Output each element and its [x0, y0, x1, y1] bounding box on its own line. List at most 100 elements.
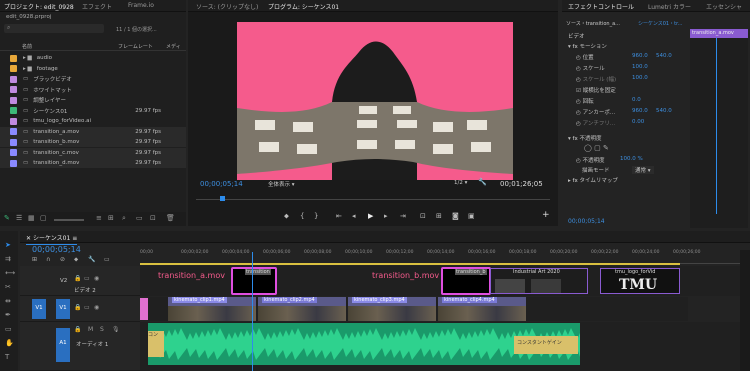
- search-input[interactable]: ⌕: [4, 24, 104, 33]
- col-media[interactable]: メディ: [166, 43, 181, 50]
- track-select-icon[interactable]: ⇉: [5, 255, 11, 263]
- new-item-icon[interactable]: ⊡: [150, 214, 156, 222]
- overwrite-icon[interactable]: ⊞: [436, 212, 442, 220]
- video-clip[interactable]: kinemato_clip3.mp4: [348, 297, 436, 321]
- pencil-icon[interactable]: ✎: [4, 214, 10, 222]
- icon-view-icon[interactable]: ▦: [28, 214, 35, 222]
- v2-lock-icon[interactable]: 🔒: [74, 275, 81, 282]
- step-forward-icon[interactable]: ▸: [384, 212, 388, 220]
- program-timecode[interactable]: 00;00;05;14: [200, 180, 243, 188]
- ec-playhead[interactable]: [716, 38, 717, 214]
- tab-project[interactable]: プロジェクト: edit_0928: [4, 2, 74, 14]
- selection-tool-icon[interactable]: ➤: [5, 241, 11, 249]
- tab-lumetri[interactable]: Lumetri カラー: [648, 2, 691, 11]
- linked-icon[interactable]: ⊘: [60, 256, 65, 263]
- v1-sync-icon[interactable]: ▭: [84, 304, 90, 311]
- rectangle-tool-icon[interactable]: ▭: [5, 325, 12, 333]
- clip-pink-left[interactable]: [140, 298, 148, 320]
- project-item[interactable]: ▭ ホワイトマット: [0, 85, 186, 95]
- blend-dropdown[interactable]: 通常 ▾: [632, 166, 654, 174]
- project-item[interactable]: ▸ ▆ audio: [0, 53, 186, 63]
- v2-sync-icon[interactable]: ▭: [84, 275, 90, 282]
- col-name[interactable]: 名前: [22, 43, 32, 50]
- project-item[interactable]: ▭ ブラックビデオ: [0, 74, 186, 84]
- mark-in-icon[interactable]: {: [300, 212, 304, 220]
- ripple-edit-icon[interactable]: ⟷: [5, 269, 15, 277]
- tab-essential[interactable]: エッセンシャ: [706, 2, 742, 11]
- v2-eye-icon[interactable]: ◉: [94, 275, 99, 282]
- nest-icon[interactable]: ⊞: [32, 256, 37, 263]
- play-icon[interactable]: ▶: [368, 212, 373, 220]
- settings-icon[interactable]: 🔧: [478, 178, 487, 186]
- stopwatch-icon[interactable]: ◴: [576, 158, 581, 164]
- pen-mask-icon[interactable]: ✎: [603, 144, 609, 152]
- tab-sequence[interactable]: ✕ シーケンス01 ≡: [26, 233, 78, 245]
- tab-program[interactable]: プログラム: シーケンス01: [268, 2, 340, 14]
- project-item[interactable]: ▭ 調整レイヤー: [0, 95, 186, 105]
- a1-target[interactable]: A1: [56, 328, 70, 362]
- ec-seq-label[interactable]: シーケンス01・tr...: [638, 20, 682, 27]
- project-item[interactable]: ▭ transition_b.mov 29.97 fps: [0, 137, 186, 147]
- a1-mute-icon[interactable]: M: [88, 326, 93, 333]
- tab-frameio[interactable]: Frame.io: [128, 2, 154, 9]
- a1-lock-icon[interactable]: 🔒: [74, 326, 81, 333]
- timeline-settings-icon[interactable]: 🔧: [88, 256, 95, 263]
- clip-tmu-logo[interactable]: tmu_logo_forVid TMU: [600, 268, 680, 294]
- zoom-slider[interactable]: [54, 219, 84, 221]
- snap-icon[interactable]: ∩: [46, 256, 50, 263]
- type-tool-icon[interactable]: T: [5, 353, 9, 361]
- add-button-icon[interactable]: +: [542, 210, 550, 220]
- property-value-2[interactable]: 540.0: [656, 53, 672, 59]
- project-item[interactable]: ▭ シーケンス01 29.97 fps: [0, 106, 186, 116]
- mark-out-icon[interactable]: }: [314, 212, 318, 220]
- slip-tool-icon[interactable]: ⇹: [5, 297, 11, 305]
- clip-transition-b[interactable]: transition_b: [441, 267, 491, 295]
- clip-industrial-art[interactable]: Industrial Art 2020: [490, 268, 588, 294]
- project-item[interactable]: ▭ transition_d.mov 29.97 fps: [0, 158, 186, 168]
- v1-lock-icon[interactable]: 🔒: [74, 304, 81, 311]
- opacity-value[interactable]: 100.0 %: [620, 156, 643, 162]
- rect-mask-icon[interactable]: ▢: [594, 144, 601, 152]
- a1-solo-icon[interactable]: S: [100, 326, 104, 333]
- export-frame-icon[interactable]: ◙: [452, 212, 459, 220]
- video-clip[interactable]: kinemato_clip1.mp4: [168, 297, 256, 321]
- motion-effect[interactable]: ▾ fx モーション: [568, 42, 607, 52]
- captions-icon[interactable]: ▭: [104, 256, 110, 263]
- v1-eye-icon[interactable]: ◉: [94, 304, 99, 311]
- playhead-marker[interactable]: [220, 196, 225, 201]
- pen-tool-icon[interactable]: ✒: [5, 311, 11, 319]
- razor-icon[interactable]: ✂: [5, 283, 11, 291]
- property-value-1[interactable]: 100.0: [632, 75, 648, 81]
- go-to-out-icon[interactable]: ⇥: [400, 212, 406, 220]
- marker-icon[interactable]: ⬥: [284, 212, 289, 221]
- ec-source-label[interactable]: ソース・transition_a...: [566, 20, 620, 27]
- clip-transition-a[interactable]: transition: [231, 267, 277, 295]
- fit-dropdown[interactable]: 全体表示 ▾: [268, 180, 295, 188]
- timeline-timecode[interactable]: 00;00;05;14: [32, 245, 81, 254]
- v2-target[interactable]: V2: [60, 278, 67, 284]
- stopwatch-icon[interactable]: ☑: [576, 88, 583, 94]
- insert-icon[interactable]: ⊡: [420, 212, 426, 220]
- property-value-1[interactable]: 0.0: [632, 97, 641, 103]
- automate-icon[interactable]: ⊞: [108, 214, 114, 222]
- ellipse-mask-icon[interactable]: ◯: [584, 144, 592, 152]
- v1-source-patch[interactable]: V1: [32, 299, 46, 319]
- sort-icon[interactable]: ≡: [96, 214, 102, 222]
- audio-clip-main[interactable]: コン コンスタントゲイン: [148, 323, 580, 365]
- scrubber-bar[interactable]: [196, 192, 550, 201]
- property-value-1[interactable]: 100.0: [632, 64, 648, 70]
- find-icon[interactable]: ⌕: [122, 214, 126, 223]
- a1-mic-icon[interactable]: 🎙: [112, 326, 120, 333]
- tab-effect-controls[interactable]: エフェクトコントロール: [568, 2, 635, 14]
- compare-icon[interactable]: ▣: [468, 212, 475, 220]
- list-view-icon[interactable]: ☰: [16, 214, 22, 222]
- quality-dropdown[interactable]: 1/2 ▾: [454, 180, 467, 186]
- video-clip[interactable]: kinemato_clip2.mp4: [258, 297, 346, 321]
- go-to-in-icon[interactable]: ⇤: [336, 212, 342, 220]
- tab-source[interactable]: ソース: (クリップなし): [196, 2, 258, 11]
- project-item[interactable]: ▭ tmu_logo_forVideo.ai: [0, 116, 186, 126]
- hand-tool-icon[interactable]: ✋: [5, 339, 14, 347]
- project-item[interactable]: ▭ transition_a.mov 29.97 fps: [0, 126, 186, 137]
- delete-icon[interactable]: 🗑: [166, 214, 175, 222]
- project-item[interactable]: ▭ transition_c.mov 29.97 fps: [0, 147, 186, 158]
